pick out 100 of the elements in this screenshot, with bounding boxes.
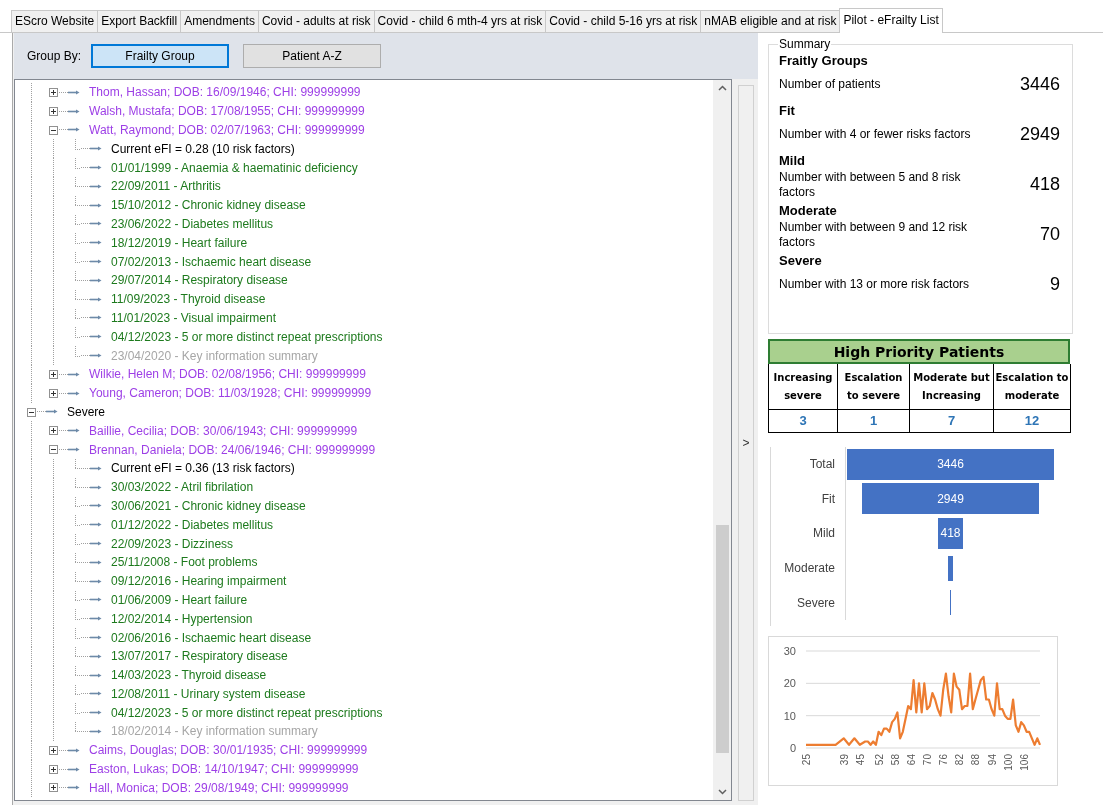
tree-item[interactable]: Current eFI = 0.36 (13 risk factors) bbox=[111, 461, 295, 476]
tree-item[interactable]: 02/06/2016 - Ischaemic heart disease bbox=[111, 630, 312, 645]
expand-icon[interactable] bbox=[49, 426, 58, 436]
tree-item[interactable]: Current eFI = 0.28 (10 risk factors) bbox=[111, 141, 295, 156]
arrow-icon bbox=[90, 277, 102, 283]
axis-label: 45 bbox=[854, 753, 866, 766]
axis-label: 10 bbox=[783, 709, 796, 722]
axis-label: 58 bbox=[889, 753, 901, 766]
tree-item[interactable]: 12/02/2014 - Hypertension bbox=[111, 611, 253, 626]
axis-label: 82 bbox=[954, 753, 966, 766]
tree-item[interactable]: Thom, Hassan; DOB: 16/09/1946; CHI: 999999999 bbox=[89, 85, 361, 100]
tree-item[interactable]: 11/09/2023 - Thyroid disease bbox=[111, 292, 266, 307]
tree-item[interactable]: 22/09/2011 - Arthritis bbox=[111, 179, 221, 194]
group-by-label: Group By: bbox=[27, 49, 82, 63]
summary-description: Number with between 9 and 12 risk factors bbox=[779, 219, 969, 250]
axis-label: 52 bbox=[873, 753, 885, 766]
tree-item[interactable]: Watt, Raymond; DOB: 02/07/1963; CHI: 999999999 bbox=[89, 123, 365, 137]
scroll-thumb[interactable] bbox=[716, 525, 729, 753]
scrollbar[interactable] bbox=[713, 80, 731, 800]
tree-item[interactable]: Caims, Douglas; DOB: 30/01/1935; CHI: 999999999 bbox=[89, 743, 368, 758]
tab[interactable]: Covid - adults at risk bbox=[257, 10, 375, 32]
expand-icon[interactable] bbox=[49, 745, 58, 755]
tab[interactable]: EScro Website bbox=[11, 10, 99, 32]
group-button[interactable]: Frailty Group bbox=[91, 44, 230, 68]
category-label: Total bbox=[808, 456, 836, 474]
expand-icon[interactable] bbox=[49, 88, 58, 97]
tab[interactable]: Covid - child 6 mth-4 yrs at risk bbox=[373, 10, 547, 32]
tree-item[interactable]: 23/06/2022 - Diabetes mellitus bbox=[111, 216, 274, 231]
expand-icon[interactable] bbox=[49, 764, 58, 774]
summary-heading: Severe bbox=[779, 253, 823, 268]
tree-item[interactable]: 22/09/2023 - Dizziness bbox=[111, 536, 234, 551]
tree-item[interactable]: Brennan, Daniela; DOB: 24/06/1946; CHI: 999999999 bbox=[89, 442, 376, 457]
expand-icon[interactable] bbox=[49, 106, 58, 116]
summary-count: 418 bbox=[1029, 174, 1060, 195]
arrow-icon bbox=[68, 428, 80, 434]
arrow-icon bbox=[68, 371, 80, 377]
tree-item[interactable]: 14/03/2023 - Thyroid disease bbox=[111, 668, 267, 683]
arrow-icon bbox=[90, 165, 102, 171]
tree-item[interactable]: 18/12/2019 - Heart failure bbox=[111, 235, 248, 250]
arrow-icon bbox=[90, 146, 102, 152]
axis-label: 106 bbox=[1018, 753, 1030, 771]
summary-count: 2949 bbox=[1019, 124, 1060, 145]
tree-item[interactable]: 25/11/2008 - Foot problems bbox=[111, 555, 258, 570]
table-cell: 1 bbox=[838, 410, 910, 433]
expand-icon[interactable] bbox=[49, 783, 58, 793]
axis-label: 70 bbox=[922, 753, 934, 766]
tab[interactable]: Export Backfill bbox=[97, 10, 182, 32]
tree-item[interactable]: 30/03/2022 - Atril fibrilation bbox=[111, 480, 254, 495]
funnel-bar: 3446 bbox=[847, 448, 1054, 480]
tree-item[interactable]: Walsh, Mustafa; DOB: 17/08/1955; CHI: 999999999 bbox=[89, 104, 365, 119]
expand-icon[interactable] bbox=[49, 369, 58, 379]
summary-description: Number with 13 or more risk factors bbox=[779, 277, 971, 292]
tree-item[interactable]: 07/02/2013 - Ischaemic heart disease bbox=[111, 254, 312, 269]
tree-item[interactable]: 01/12/2022 - Diabetes mellitus bbox=[111, 517, 274, 532]
summary-count: 9 bbox=[1050, 274, 1060, 295]
tab[interactable]: nMAB eligible and at risk bbox=[700, 10, 841, 32]
arrow-icon bbox=[90, 465, 102, 471]
tree-item[interactable]: Wilkie, Helen M; DOB: 02/08/1956; CHI: 999999999 bbox=[89, 367, 366, 382]
tab[interactable]: Covid - child 5-16 yrs at risk bbox=[545, 10, 702, 32]
tree-item[interactable]: 15/10/2012 - Chronic kidney disease bbox=[111, 198, 306, 213]
tree-item[interactable]: 04/12/2023 - 5 or more distinct repeat prescriptions bbox=[111, 329, 383, 344]
summary-description: Number with between 5 and 8 risk factors bbox=[779, 169, 962, 200]
axis-label: 64 bbox=[905, 753, 917, 766]
collapse-toggle[interactable]: > bbox=[738, 85, 754, 801]
arrow-icon bbox=[68, 89, 80, 95]
arrow-icon bbox=[90, 202, 102, 208]
summary-count: 70 bbox=[1039, 224, 1060, 245]
expand-icon[interactable] bbox=[49, 388, 58, 398]
column-header: Escalation to severe bbox=[838, 364, 910, 410]
group-button[interactable]: Patient A-Z bbox=[243, 44, 382, 68]
tree-item[interactable]: 29/07/2014 - Respiratory disease bbox=[111, 273, 288, 288]
arrow-icon bbox=[90, 672, 102, 678]
tree-item[interactable]: 09/12/2016 - Hearing impairment bbox=[111, 574, 287, 589]
collapse-icon[interactable] bbox=[49, 125, 58, 135]
tree-item[interactable]: 04/12/2023 - 5 or more distinct repeat prescriptions bbox=[111, 705, 383, 720]
arrow-icon bbox=[68, 108, 80, 114]
collapse-icon[interactable] bbox=[27, 407, 36, 417]
summary-heading: Mild bbox=[779, 153, 806, 168]
tree-item[interactable]: 01/06/2009 - Heart failure bbox=[111, 592, 248, 607]
tab[interactable]: Amendments bbox=[180, 10, 259, 32]
axis-label: 94 bbox=[986, 753, 998, 766]
tree-item[interactable]: 01/01/1999 - Anaemia & haematinic deficiency bbox=[111, 160, 358, 175]
tree-item[interactable]: Hall, Monica; DOB: 29/08/1949; CHI: 999999999 bbox=[89, 780, 349, 795]
tree-item[interactable]: 11/01/2023 - Visual impairment bbox=[111, 310, 276, 325]
tree-item[interactable]: 12/08/2011 - Urinary system disease bbox=[111, 686, 306, 701]
arrow-icon bbox=[68, 785, 80, 791]
arrow-icon bbox=[90, 296, 102, 302]
axis-label: 30 bbox=[783, 644, 796, 657]
tree-item[interactable]: 13/07/2017 - Respiratory disease bbox=[111, 649, 288, 664]
tree-item[interactable]: Baillie, Cecilia; DOB: 30/06/1943; CHI: 999999999 bbox=[89, 423, 358, 438]
tab[interactable]: Pilot - eFrailty List bbox=[839, 8, 943, 33]
summary-heading: Fit bbox=[779, 103, 796, 118]
tree-item[interactable]: Severe bbox=[67, 404, 106, 419]
collapse-icon[interactable] bbox=[49, 445, 58, 455]
tree-item[interactable]: 30/06/2021 - Chronic kidney disease bbox=[111, 498, 306, 513]
arrow-icon bbox=[90, 484, 102, 490]
arrow-icon bbox=[90, 616, 102, 622]
summary-description: Number with 4 or fewer risks factors bbox=[779, 127, 972, 142]
tree-item[interactable]: Young, Cameron; DOB: 11/03/1928; CHI: 999999999 bbox=[89, 386, 372, 401]
tree-item[interactable]: Easton, Lukas; DOB: 14/10/1947; CHI: 999999999 bbox=[89, 762, 359, 777]
